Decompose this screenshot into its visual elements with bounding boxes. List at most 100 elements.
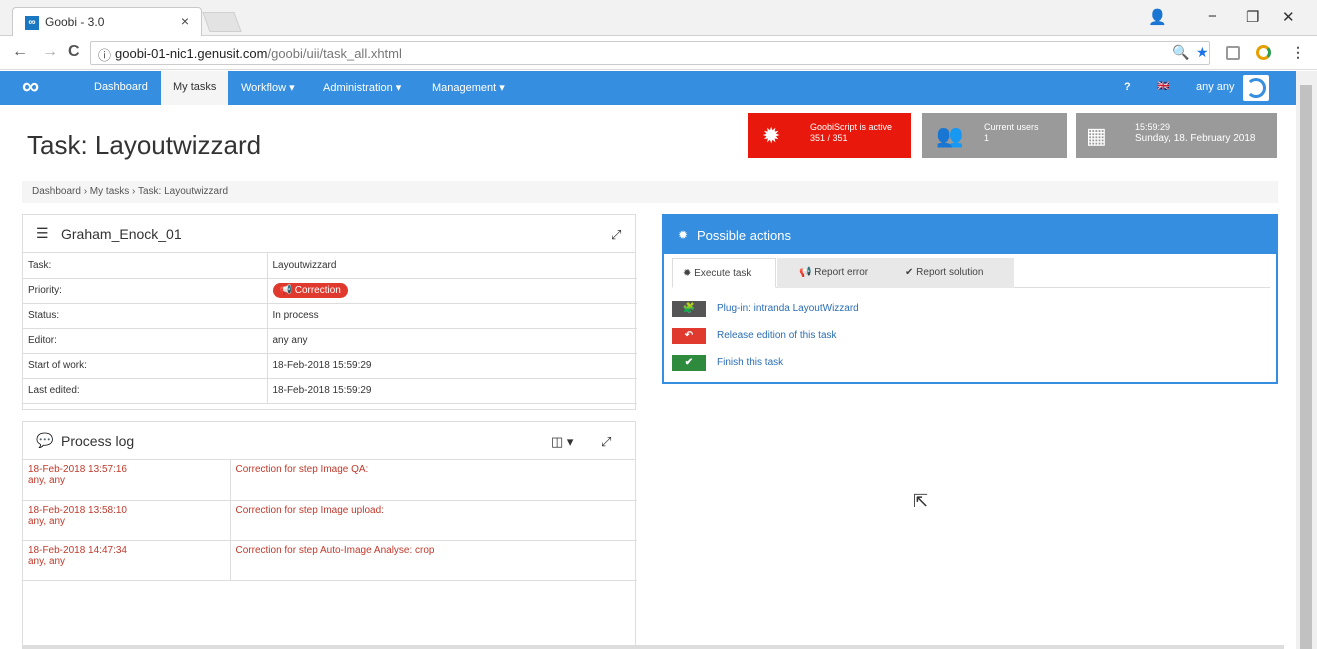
current-time: 15:59:29 bbox=[1135, 122, 1171, 132]
list-icon: ☰ bbox=[36, 225, 49, 241]
possible-actions-panel: ✹ Possible actions ✹ Execute task 📢 Repo… bbox=[662, 214, 1278, 384]
current-date: Sunday, 18. February 2018 bbox=[1135, 133, 1256, 144]
table-row: Last edited: 18-Feb-2018 15:59:29 bbox=[23, 378, 637, 404]
detail-value: 📢 Correction bbox=[267, 278, 637, 304]
user-name[interactable]: any any bbox=[1196, 81, 1235, 93]
process-title: Graham_Enock_01 bbox=[61, 226, 182, 242]
table-row: 18-Feb-2018 13:57:16 any, any Correction … bbox=[23, 460, 637, 501]
checkmark-icon: ✔ bbox=[672, 355, 706, 371]
zoom-icon[interactable]: 🔍 bbox=[1172, 44, 1189, 61]
megaphone-icon: 📢 bbox=[279, 285, 292, 296]
table-row: Editor: any any bbox=[23, 328, 637, 354]
gear-icon: ✹ bbox=[762, 123, 781, 148]
columns-toggle-icon[interactable]: ◫ ▾ bbox=[551, 434, 573, 450]
log-user: any, any bbox=[28, 555, 66, 567]
nav-workflow[interactable]: Workflow ▾ bbox=[241, 81, 295, 94]
detail-value: Layoutwizzard bbox=[267, 253, 637, 279]
nav-dashboard[interactable]: Dashboard bbox=[94, 81, 148, 93]
check-circle-icon: ✔ bbox=[905, 267, 914, 278]
expand-icon[interactable]: ⤢ bbox=[601, 434, 611, 450]
goobi-favicon-icon: ∞ bbox=[25, 16, 39, 30]
detail-key: Task: bbox=[23, 253, 268, 279]
log-text: Correction for step Image upload: bbox=[230, 500, 637, 541]
reload-icon[interactable]: C bbox=[68, 43, 80, 61]
process-log-table: 18-Feb-2018 13:57:16 any, any Correction … bbox=[23, 460, 637, 581]
megaphone-icon: 📢 bbox=[799, 267, 812, 278]
users-icon: 👥 bbox=[936, 123, 964, 148]
forward-icon[interactable]: → bbox=[42, 43, 58, 61]
comment-icon: 💬 bbox=[36, 432, 54, 448]
table-row: Start of work: 18-Feb-2018 15:59:29 bbox=[23, 353, 637, 379]
task-details-table: Task: Layoutwizzard Priority: 📢 Correction… bbox=[23, 253, 637, 404]
account-icon[interactable]: 👤 bbox=[1148, 8, 1167, 26]
site-info-icon[interactable]: ⓘ bbox=[98, 45, 111, 64]
breadcrumb[interactable]: Dashboard › My tasks › Task: Layoutwizza… bbox=[22, 181, 1278, 203]
page-title: Task: Layoutwizzard bbox=[27, 130, 262, 160]
restore-button[interactable]: ❐ bbox=[1246, 8, 1259, 26]
detail-key: Start of work: bbox=[23, 353, 268, 379]
log-meta: 18-Feb-2018 13:57:16 any, any bbox=[23, 460, 231, 501]
table-row: 18-Feb-2018 14:47:34 any, any Correction … bbox=[23, 540, 637, 581]
tab-label: Execute task bbox=[694, 268, 752, 279]
extension-icon[interactable] bbox=[1226, 46, 1240, 60]
possible-actions-title: Possible actions bbox=[697, 228, 791, 243]
close-tab-icon[interactable]: × bbox=[181, 13, 189, 29]
minimize-button[interactable]: − bbox=[1208, 8, 1217, 25]
extension-chrome-icon[interactable] bbox=[1256, 45, 1271, 60]
close-window-button[interactable]: ✕ bbox=[1282, 8, 1295, 26]
table-row: Status: In process bbox=[23, 303, 637, 329]
current-users-count: 1 bbox=[984, 133, 990, 143]
browser-tab[interactable]: ∞ Goobi - 3.0 × bbox=[12, 7, 202, 36]
vertical-scrollbar[interactable] bbox=[1296, 71, 1317, 649]
table-row: Priority: 📢 Correction bbox=[23, 278, 637, 304]
process-log-panel: 💬 Process log ◫ ▾ ⤢ 18-Feb-2018 13:57:16… bbox=[22, 421, 637, 649]
detail-value: any any bbox=[267, 328, 637, 354]
log-text: Correction for step Image QA: bbox=[230, 460, 637, 501]
log-user: any, any bbox=[28, 515, 66, 527]
tab-title: Goobi - 3.0 bbox=[45, 15, 105, 29]
bookmark-star-icon[interactable]: ★ bbox=[1196, 44, 1209, 61]
user-avatar[interactable] bbox=[1243, 75, 1269, 101]
process-log-header: 💬 Process log ◫ ▾ ⤢ bbox=[23, 422, 635, 460]
browser-menu-icon[interactable]: ⋮ bbox=[1291, 44, 1305, 61]
detail-value: In process bbox=[267, 303, 637, 329]
tab-report-solution[interactable]: ✔ Report solution bbox=[889, 258, 1014, 288]
priority-label: Correction bbox=[294, 285, 341, 296]
possible-actions-header: ✹ Possible actions bbox=[664, 216, 1276, 254]
goobi-logo-icon[interactable]: ∞ bbox=[22, 75, 39, 99]
table-row: 18-Feb-2018 13:58:10 any, any Correction … bbox=[23, 500, 637, 541]
nav-administration[interactable]: Administration ▾ bbox=[323, 81, 401, 94]
datetime-box: ▦ 15:59:29 Sunday, 18. February 2018 bbox=[1076, 113, 1277, 158]
log-user: any, any bbox=[28, 475, 66, 486]
back-icon[interactable]: ← bbox=[12, 43, 28, 61]
task-details-header: ☰ Graham_Enock_01 ⤢ bbox=[23, 215, 635, 253]
tab-report-error[interactable]: 📢 Report error bbox=[777, 258, 889, 288]
tab-execute-task[interactable]: ✹ Execute task bbox=[672, 258, 776, 288]
expand-icon[interactable]: ⤢ bbox=[611, 227, 621, 243]
process-log-title: Process log bbox=[61, 433, 135, 449]
new-tab-button[interactable] bbox=[202, 12, 242, 32]
action-label[interactable]: Release edition of this task bbox=[717, 330, 837, 341]
url-bar[interactable]: ⓘ goobi-01-nic1.genusit.com/goobi/uii/ta… bbox=[90, 41, 1210, 65]
nav-my-tasks[interactable]: My tasks bbox=[161, 71, 229, 105]
log-date: 18-Feb-2018 14:47:34 bbox=[28, 544, 127, 556]
nav-management[interactable]: Management ▾ bbox=[432, 81, 505, 94]
log-meta: 18-Feb-2018 14:47:34 any, any bbox=[23, 540, 231, 581]
main-navbar: ∞ Dashboard My tasks Workflow ▾ Administ… bbox=[0, 71, 1296, 105]
action-label[interactable]: Finish this task bbox=[717, 357, 783, 368]
tab-label: Report error bbox=[814, 267, 869, 278]
horizontal-scrollbar[interactable] bbox=[22, 645, 1284, 649]
log-meta: 18-Feb-2018 13:58:10 any, any bbox=[23, 500, 231, 541]
goobiscript-count: 351 / 351 bbox=[810, 133, 848, 143]
language-flag-icon[interactable]: 🇬🇧 bbox=[1157, 81, 1169, 92]
log-date: 18-Feb-2018 13:58:10 bbox=[28, 504, 127, 516]
goobiscript-status-box: ✹ GoobiScript is active 351 / 351 bbox=[748, 113, 911, 158]
puzzle-icon: 🧩 bbox=[672, 301, 706, 317]
browser-tab-bar: ∞ Goobi - 3.0 × 👤 − ❐ ✕ bbox=[0, 0, 1317, 36]
help-icon[interactable]: ? bbox=[1124, 81, 1131, 93]
action-label[interactable]: Plug-in: intranda LayoutWizzard bbox=[717, 303, 859, 314]
detail-value: 18-Feb-2018 15:59:29 bbox=[267, 353, 637, 379]
table-row: Task: Layoutwizzard bbox=[23, 253, 637, 279]
priority-badge: 📢 Correction bbox=[272, 283, 348, 298]
detail-value: 18-Feb-2018 15:59:29 bbox=[267, 378, 637, 404]
